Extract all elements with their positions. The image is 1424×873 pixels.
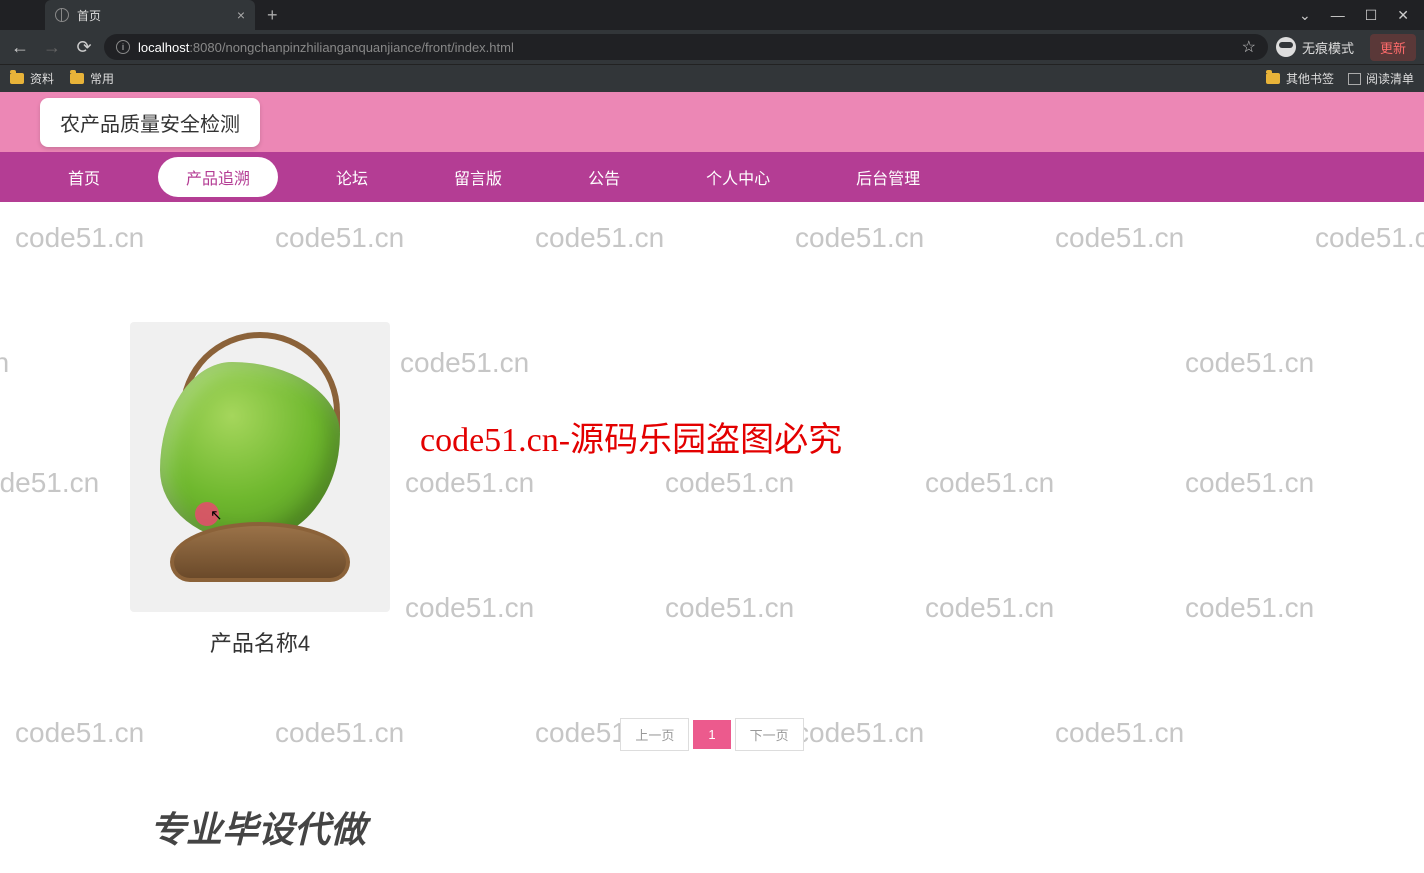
close-tab-icon[interactable]: ×: [237, 7, 245, 23]
url-port: :8080: [189, 40, 222, 55]
bookmark-folder[interactable]: 常用: [70, 70, 114, 87]
minimize-icon[interactable]: —: [1331, 7, 1345, 24]
nav-forum[interactable]: 论坛: [308, 157, 396, 197]
update-button[interactable]: 更新: [1370, 34, 1416, 61]
info-icon: i: [116, 40, 130, 54]
prev-page-button[interactable]: 上一页: [620, 718, 689, 751]
globe-icon: [55, 8, 69, 22]
bookmark-folder[interactable]: 资料: [10, 70, 54, 87]
product-name: 产品名称4: [130, 626, 390, 658]
next-page-button[interactable]: 下一页: [735, 718, 804, 751]
folder-icon: [10, 73, 24, 84]
cursor-icon: ↖: [210, 506, 223, 524]
reading-list-label: 阅读清单: [1366, 70, 1414, 87]
nav-bar: 首页 产品追溯 论坛 留言版 公告 个人中心 后台管理: [0, 152, 1424, 202]
maximize-icon[interactable]: ☐: [1365, 7, 1378, 24]
incognito-label: 无痕模式: [1302, 38, 1354, 57]
product-card[interactable]: 产品名称4 ↖: [130, 322, 390, 658]
incognito-icon: [1276, 37, 1296, 57]
nav-home[interactable]: 首页: [40, 157, 128, 197]
nav-user-center[interactable]: 个人中心: [678, 157, 798, 197]
folder-icon: [1266, 73, 1280, 84]
nav-announcement[interactable]: 公告: [560, 157, 648, 197]
page-number-current[interactable]: 1: [693, 720, 730, 749]
reading-list[interactable]: 阅读清单: [1348, 70, 1414, 87]
product-image: [130, 322, 390, 612]
window-controls: ⌄ — ☐ ✕: [1299, 7, 1424, 24]
browser-tab[interactable]: 首页 ×: [45, 0, 255, 30]
url-host: localhost: [138, 40, 189, 55]
pagination: 上一页 1 下一页: [130, 718, 1294, 751]
nav-admin[interactable]: 后台管理: [828, 157, 948, 197]
folder-icon: [70, 73, 84, 84]
page-title: 农产品质量安全检测: [40, 98, 260, 147]
url-path: /nongchanpinzhilianganquanjiance/front/i…: [222, 40, 514, 55]
other-bookmarks-label: 其他书签: [1286, 70, 1334, 87]
forward-button[interactable]: →: [40, 37, 64, 58]
bookmarks-bar: 资料 常用 其他书签 阅读清单: [0, 64, 1424, 92]
nav-message-board[interactable]: 留言版: [426, 157, 530, 197]
list-icon: [1348, 73, 1361, 85]
nav-product-trace[interactable]: 产品追溯: [158, 157, 278, 197]
bookmark-label: 资料: [30, 70, 54, 87]
other-bookmarks[interactable]: 其他书签: [1266, 70, 1334, 87]
close-window-icon[interactable]: ✕: [1397, 7, 1409, 24]
page-header: 农产品质量安全检测: [0, 92, 1424, 152]
footer-text: 专业毕设代做: [0, 781, 1424, 873]
center-warning-text: code51.cn-源码乐园盗图必究: [420, 412, 842, 461]
tab-title: 首页: [77, 7, 101, 24]
bookmark-star-icon[interactable]: ☆: [1242, 37, 1256, 57]
url-field[interactable]: i localhost:8080/nongchanpinzhilianganqu…: [104, 34, 1268, 60]
page-content: code51.cn code51.cn code51.cn code51.cn …: [0, 92, 1424, 873]
back-button[interactable]: ←: [8, 37, 32, 58]
url-bar: ← → ⟳ i localhost:8080/nongchanpinzhilia…: [0, 30, 1424, 64]
new-tab-button[interactable]: +: [267, 5, 278, 26]
browser-tab-bar: 首页 × + ⌄ — ☐ ✕: [0, 0, 1424, 30]
reload-button[interactable]: ⟳: [72, 37, 96, 58]
chevron-down-icon[interactable]: ⌄: [1299, 7, 1311, 24]
bookmark-label: 常用: [90, 70, 114, 87]
incognito-indicator: 无痕模式: [1276, 37, 1354, 57]
